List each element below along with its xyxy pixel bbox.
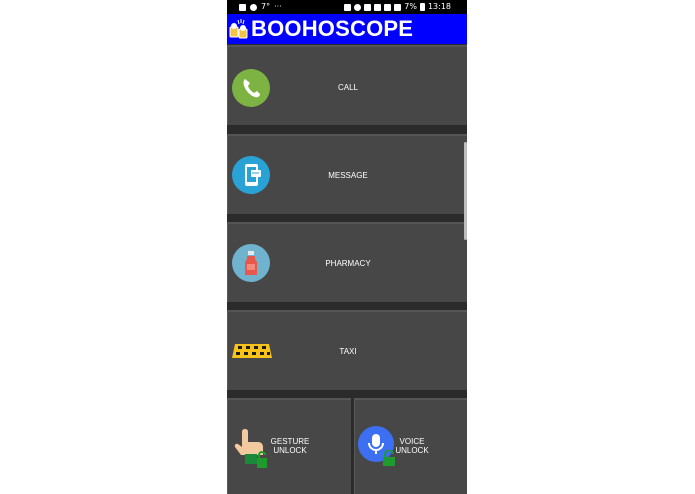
gesture-unlock-line1: GESTURE [270, 437, 310, 446]
more-notifications-icon: ··· [274, 2, 282, 11]
mute-icon [364, 3, 372, 11]
status-left: 7° ··· [239, 0, 282, 14]
battery-icon [419, 3, 425, 11]
message-tile[interactable]: MESSAGE [227, 134, 467, 214]
whatsapp-icon [250, 3, 257, 11]
app-title: BOOHOSCOPE [251, 16, 414, 41]
gallery-icon [239, 3, 246, 11]
taxi-tile[interactable]: TAXI [227, 310, 467, 390]
pharmacy-tile[interactable]: PHARMACY [227, 222, 467, 302]
status-bar: 7° ··· 7% 13:18 [227, 0, 467, 14]
battery-percent: 7% [404, 2, 417, 11]
signal-icon [394, 3, 402, 11]
beer-mugs-icon [228, 18, 250, 40]
alarm-icon [354, 3, 362, 11]
call-label: CALL [337, 83, 358, 92]
clock: 13:18 [427, 2, 451, 11]
gesture-unlock-line2: UNLOCK [273, 446, 307, 455]
call-tile[interactable]: CALL [227, 45, 467, 125]
phone-screen: 7° ··· 7% 13:18 BOOHOSCOPE CALL MESSAGE … [227, 0, 467, 494]
gesture-unlock-label: GESTURE UNLOCK [270, 437, 310, 455]
message-label: MESSAGE [328, 171, 368, 180]
voice-unlock-label: VOICE UNLOCK [391, 437, 433, 455]
weather-temperature: 7° [261, 2, 271, 11]
status-right: 7% 13:18 [344, 0, 451, 14]
voice-unlock-tile[interactable]: VOICE UNLOCK [354, 398, 467, 494]
scrollbar[interactable] [464, 142, 467, 240]
app-bar: BOOHOSCOPE [227, 14, 467, 44]
wifi-icon [374, 3, 382, 11]
voice-unlock-line2: UNLOCK [395, 446, 429, 455]
voice-unlock-line1: VOICE [399, 437, 425, 446]
taxi-label: TAXI [339, 347, 357, 356]
nfc-icon [344, 3, 352, 11]
data-icon [384, 3, 392, 11]
pharmacy-label: PHARMACY [325, 259, 371, 268]
gesture-unlock-tile[interactable]: GESTURE UNLOCK [227, 398, 351, 494]
hand-lock-icon [233, 427, 273, 474]
